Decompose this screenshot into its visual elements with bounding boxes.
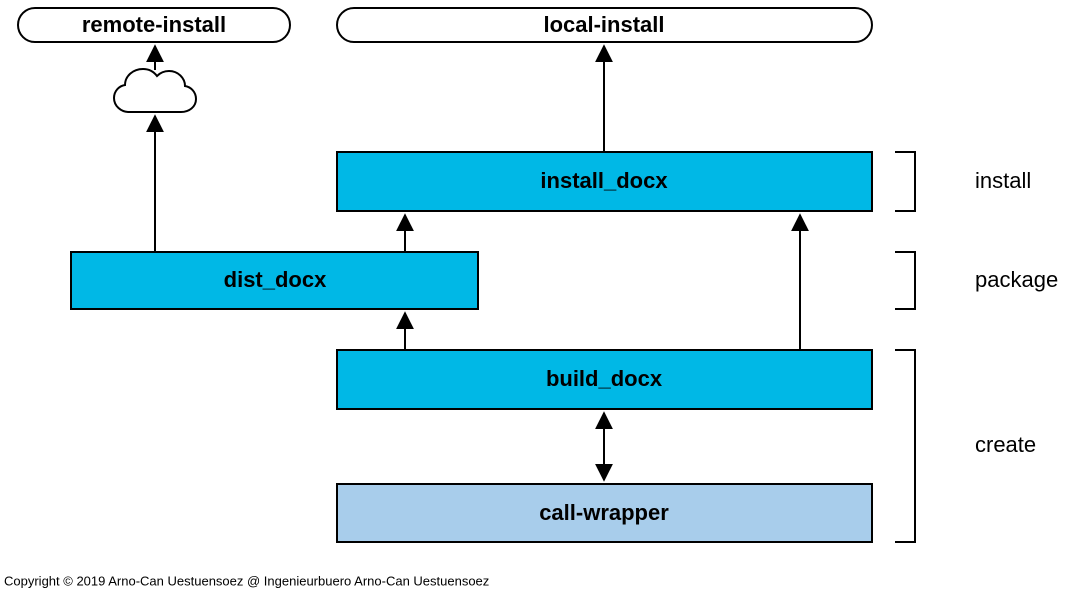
dist-docx-label: dist_docx (224, 267, 327, 292)
build-docx-label: build_docx (546, 366, 663, 391)
install-docx-label: install_docx (540, 168, 668, 193)
cloud-icon (114, 69, 196, 112)
copyright-text: Copyright © 2019 Arno-Can Uestuensoez @ … (4, 573, 489, 588)
phase-package-label: package (975, 267, 1058, 292)
install-docx-node: install_docx (337, 152, 872, 211)
local-install-label: local-install (543, 12, 664, 37)
remote-install-node: remote-install (18, 8, 290, 42)
call-wrapper-node: call-wrapper (337, 484, 872, 542)
phase-create-label: create (975, 432, 1036, 457)
remote-install-label: remote-install (82, 12, 226, 37)
build-docx-node: build_docx (337, 350, 872, 409)
bracket-package (895, 252, 915, 309)
local-install-node: local-install (337, 8, 872, 42)
dist-docx-node: dist_docx (71, 252, 478, 309)
call-wrapper-label: call-wrapper (539, 500, 669, 525)
diagram-canvas: remote-install local-install install_doc… (0, 0, 1083, 593)
phase-install-label: install (975, 168, 1031, 193)
bracket-install (895, 152, 915, 211)
bracket-create (895, 350, 915, 542)
